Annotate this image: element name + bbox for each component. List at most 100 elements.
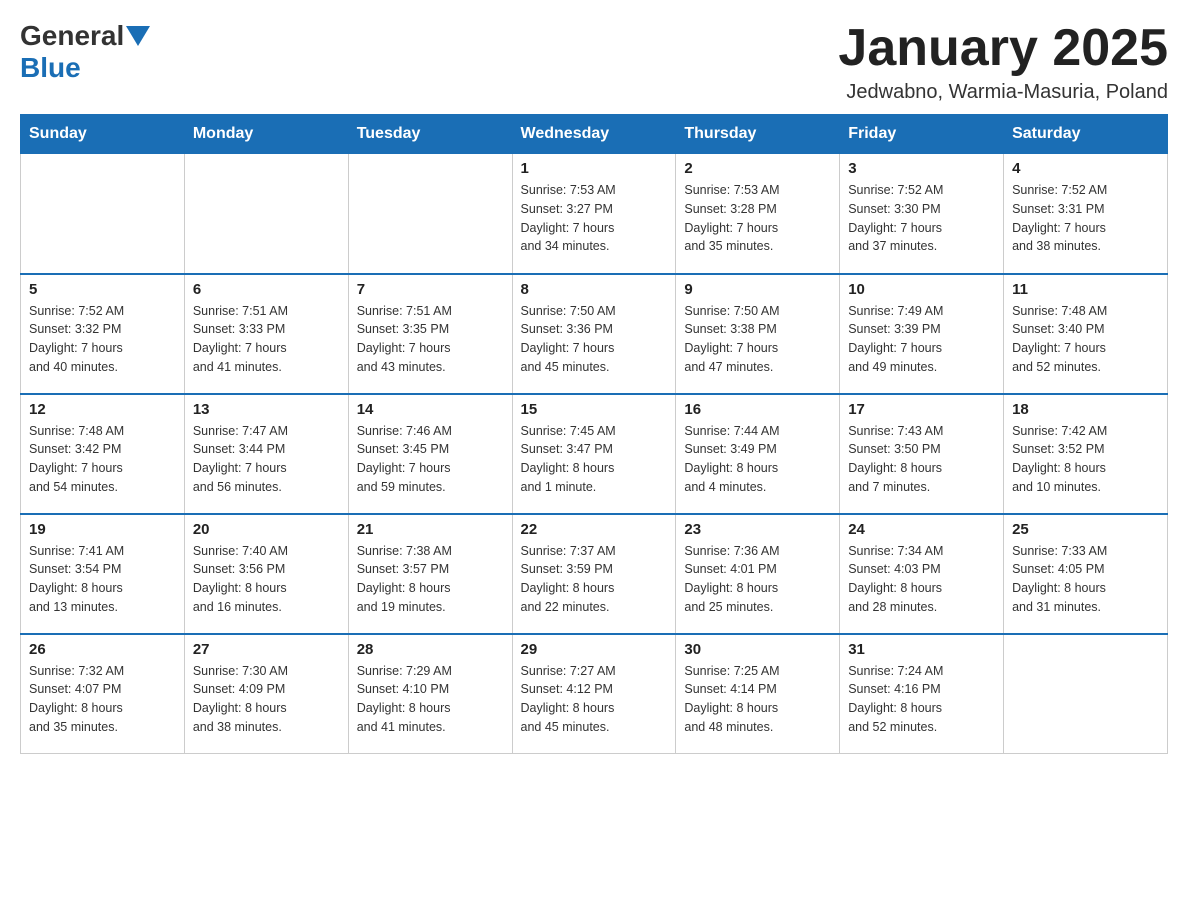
day-info: Sunrise: 7:43 AM Sunset: 3:50 PM Dayligh…	[848, 422, 995, 497]
day-number: 4	[1012, 160, 1159, 177]
day-info: Sunrise: 7:48 AM Sunset: 3:40 PM Dayligh…	[1012, 302, 1159, 377]
header-cell-friday: Friday	[840, 115, 1004, 154]
calendar-header: SundayMondayTuesdayWednesdayThursdayFrid…	[21, 115, 1168, 154]
day-cell: 23 Sunrise: 7:36 AM Sunset: 4:01 PM Dayli…	[676, 514, 840, 634]
day-number: 19	[29, 521, 176, 538]
day-info: Sunrise: 7:40 AM Sunset: 3:56 PM Dayligh…	[193, 542, 340, 617]
day-cell: 30 Sunrise: 7:25 AM Sunset: 4:14 PM Dayli…	[676, 634, 840, 754]
day-number: 13	[193, 401, 340, 418]
day-info: Sunrise: 7:30 AM Sunset: 4:09 PM Dayligh…	[193, 662, 340, 737]
day-cell: 9 Sunrise: 7:50 AM Sunset: 3:38 PM Daylig…	[676, 274, 840, 394]
day-number: 16	[684, 401, 831, 418]
day-info: Sunrise: 7:48 AM Sunset: 3:42 PM Dayligh…	[29, 422, 176, 497]
day-cell: 15Sunrise: 7:45 AM Sunset: 3:47 PM Dayli…	[512, 394, 676, 514]
day-number: 11	[1012, 281, 1159, 298]
day-info: Sunrise: 7:45 AM Sunset: 3:47 PM Dayligh…	[521, 422, 668, 497]
day-info: Sunrise: 7:44 AM Sunset: 3:49 PM Dayligh…	[684, 422, 831, 497]
day-cell: 7Sunrise: 7:51 AM Sunset: 3:35 PM Daylig…	[348, 274, 512, 394]
day-cell: 12 Sunrise: 7:48 AM Sunset: 3:42 PM Dayli…	[21, 394, 185, 514]
day-info: Sunrise: 7:52 AM Sunset: 3:32 PM Dayligh…	[29, 302, 176, 377]
day-cell: 11 Sunrise: 7:48 AM Sunset: 3:40 PM Dayli…	[1004, 274, 1168, 394]
day-cell: 16 Sunrise: 7:44 AM Sunset: 3:49 PM Dayli…	[676, 394, 840, 514]
day-number: 5	[29, 281, 176, 298]
week-row-4: 19 Sunrise: 7:41 AM Sunset: 3:54 PM Dayli…	[21, 514, 1168, 634]
day-number: 25	[1012, 521, 1159, 538]
day-number: 12	[29, 401, 176, 418]
day-info: Sunrise: 7:34 AM Sunset: 4:03 PM Dayligh…	[848, 542, 995, 617]
day-info: Sunrise: 7:52 AM Sunset: 3:30 PM Dayligh…	[848, 181, 995, 256]
day-number: 14	[357, 401, 504, 418]
day-cell: 14 Sunrise: 7:46 AM Sunset: 3:45 PM Dayli…	[348, 394, 512, 514]
day-info: Sunrise: 7:24 AM Sunset: 4:16 PM Dayligh…	[848, 662, 995, 737]
day-cell	[21, 154, 185, 274]
day-number: 18	[1012, 401, 1159, 418]
day-info: Sunrise: 7:42 AM Sunset: 3:52 PM Dayligh…	[1012, 422, 1159, 497]
day-number: 31	[848, 641, 995, 658]
day-cell: 31 Sunrise: 7:24 AM Sunset: 4:16 PM Dayli…	[840, 634, 1004, 754]
day-number: 9	[684, 281, 831, 298]
day-info: Sunrise: 7:52 AM Sunset: 3:31 PM Dayligh…	[1012, 181, 1159, 256]
day-info: Sunrise: 7:50 AM Sunset: 3:36 PM Dayligh…	[521, 302, 668, 377]
day-number: 21	[357, 521, 504, 538]
day-cell: 24 Sunrise: 7:34 AM Sunset: 4:03 PM Dayli…	[840, 514, 1004, 634]
day-cell: 20 Sunrise: 7:40 AM Sunset: 3:56 PM Dayli…	[184, 514, 348, 634]
day-number: 24	[848, 521, 995, 538]
day-info: Sunrise: 7:37 AM Sunset: 3:59 PM Dayligh…	[521, 542, 668, 617]
day-number: 28	[357, 641, 504, 658]
calendar-table: SundayMondayTuesdayWednesdayThursdayFrid…	[20, 114, 1168, 754]
week-row-3: 12 Sunrise: 7:48 AM Sunset: 3:42 PM Dayli…	[21, 394, 1168, 514]
header-cell-wednesday: Wednesday	[512, 115, 676, 154]
day-cell: 27Sunrise: 7:30 AM Sunset: 4:09 PM Dayli…	[184, 634, 348, 754]
day-cell: 6 Sunrise: 7:51 AM Sunset: 3:33 PM Daylig…	[184, 274, 348, 394]
week-row-2: 5 Sunrise: 7:52 AM Sunset: 3:32 PM Daylig…	[21, 274, 1168, 394]
month-year-title: January 2025	[838, 20, 1168, 77]
day-info: Sunrise: 7:53 AM Sunset: 3:27 PM Dayligh…	[521, 181, 668, 256]
day-cell: 28 Sunrise: 7:29 AM Sunset: 4:10 PM Dayli…	[348, 634, 512, 754]
day-number: 2	[684, 160, 831, 177]
day-info: Sunrise: 7:47 AM Sunset: 3:44 PM Dayligh…	[193, 422, 340, 497]
day-info: Sunrise: 7:46 AM Sunset: 3:45 PM Dayligh…	[357, 422, 504, 497]
location-subtitle: Jedwabno, Warmia-Masuria, Poland	[838, 81, 1168, 104]
week-row-1: 1Sunrise: 7:53 AM Sunset: 3:27 PM Daylig…	[21, 154, 1168, 274]
day-cell: 1Sunrise: 7:53 AM Sunset: 3:27 PM Daylig…	[512, 154, 676, 274]
day-number: 29	[521, 641, 668, 658]
logo-general-text: General	[20, 20, 124, 52]
day-info: Sunrise: 7:38 AM Sunset: 3:57 PM Dayligh…	[357, 542, 504, 617]
day-cell: 4 Sunrise: 7:52 AM Sunset: 3:31 PM Daylig…	[1004, 154, 1168, 274]
day-number: 17	[848, 401, 995, 418]
header-cell-saturday: Saturday	[1004, 115, 1168, 154]
day-info: Sunrise: 7:53 AM Sunset: 3:28 PM Dayligh…	[684, 181, 831, 256]
week-row-5: 26 Sunrise: 7:32 AM Sunset: 4:07 PM Dayli…	[21, 634, 1168, 754]
day-cell: 13 Sunrise: 7:47 AM Sunset: 3:44 PM Dayli…	[184, 394, 348, 514]
day-info: Sunrise: 7:29 AM Sunset: 4:10 PM Dayligh…	[357, 662, 504, 737]
day-cell: 26 Sunrise: 7:32 AM Sunset: 4:07 PM Dayli…	[21, 634, 185, 754]
day-info: Sunrise: 7:36 AM Sunset: 4:01 PM Dayligh…	[684, 542, 831, 617]
day-info: Sunrise: 7:51 AM Sunset: 3:33 PM Dayligh…	[193, 302, 340, 377]
day-cell: 5 Sunrise: 7:52 AM Sunset: 3:32 PM Daylig…	[21, 274, 185, 394]
day-number: 22	[521, 521, 668, 538]
header-cell-sunday: Sunday	[21, 115, 185, 154]
day-info: Sunrise: 7:50 AM Sunset: 3:38 PM Dayligh…	[684, 302, 831, 377]
day-number: 30	[684, 641, 831, 658]
day-number: 26	[29, 641, 176, 658]
day-cell: 3 Sunrise: 7:52 AM Sunset: 3:30 PM Daylig…	[840, 154, 1004, 274]
day-cell: 22 Sunrise: 7:37 AM Sunset: 3:59 PM Dayli…	[512, 514, 676, 634]
day-number: 23	[684, 521, 831, 538]
header-cell-monday: Monday	[184, 115, 348, 154]
day-number: 6	[193, 281, 340, 298]
day-cell: 19 Sunrise: 7:41 AM Sunset: 3:54 PM Dayli…	[21, 514, 185, 634]
day-number: 20	[193, 521, 340, 538]
day-info: Sunrise: 7:41 AM Sunset: 3:54 PM Dayligh…	[29, 542, 176, 617]
day-cell	[184, 154, 348, 274]
day-info: Sunrise: 7:33 AM Sunset: 4:05 PM Dayligh…	[1012, 542, 1159, 617]
day-number: 3	[848, 160, 995, 177]
page-header: General Blue January 2025 Jedwabno, Warm…	[20, 20, 1168, 104]
day-info: Sunrise: 7:49 AM Sunset: 3:39 PM Dayligh…	[848, 302, 995, 377]
header-cell-thursday: Thursday	[676, 115, 840, 154]
day-info: Sunrise: 7:27 AM Sunset: 4:12 PM Dayligh…	[521, 662, 668, 737]
day-info: Sunrise: 7:25 AM Sunset: 4:14 PM Dayligh…	[684, 662, 831, 737]
header-row: SundayMondayTuesdayWednesdayThursdayFrid…	[21, 115, 1168, 154]
day-number: 7	[357, 281, 504, 298]
day-info: Sunrise: 7:32 AM Sunset: 4:07 PM Dayligh…	[29, 662, 176, 737]
logo: General Blue	[20, 20, 152, 84]
